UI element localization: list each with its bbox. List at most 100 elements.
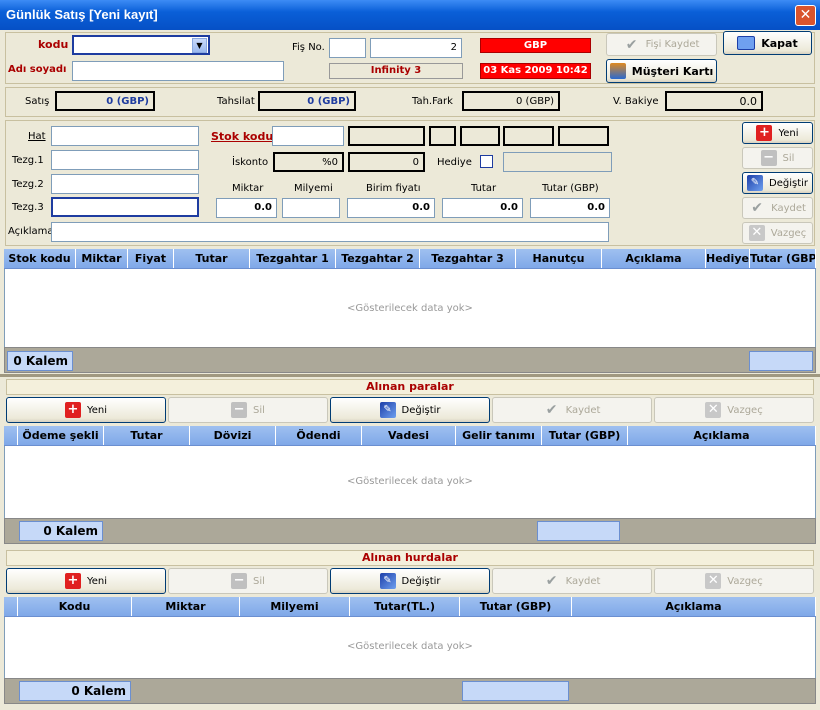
entry-yeni-label: Yeni: [778, 127, 799, 139]
vbakiye-label: V. Bakiye: [613, 96, 659, 107]
chevron-down-icon[interactable]: ▼: [192, 38, 207, 53]
tezg2-label: Tezg.2: [12, 179, 44, 190]
col-miktar[interactable]: Miktar: [132, 597, 240, 616]
entry-sil-button[interactable]: − Sil: [742, 147, 813, 169]
col-kodu[interactable]: Kodu: [18, 597, 132, 616]
col-tutar-gbp[interactable]: Tutar (GBP): [460, 597, 572, 616]
col-miktar[interactable]: Miktar: [76, 249, 128, 268]
kodu-select[interactable]: ▼: [72, 35, 210, 55]
payments-kalem-count: 0 Kalem: [19, 521, 103, 541]
payments-yeni-label: Yeni: [86, 404, 108, 416]
adi-soyadi-input[interactable]: [72, 61, 284, 81]
fisi-kaydet-button[interactable]: ✔ Fişi Kaydet: [606, 33, 717, 56]
col-dovizi[interactable]: Dövizi: [190, 426, 276, 445]
fis-no-prefix-input[interactable]: [329, 38, 366, 58]
fis-no-label: Fiş No.: [292, 42, 325, 53]
payments-sil-label: Sil: [253, 404, 265, 416]
aciklama-input[interactable]: [51, 222, 609, 242]
scrap-kalem-count: 0 Kalem: [19, 681, 131, 701]
tutar-gbp-input[interactable]: 0.0: [530, 198, 610, 218]
miktar-label: Miktar: [232, 183, 264, 194]
col-milyemi[interactable]: Milyemi: [240, 597, 350, 616]
col-hanutcu[interactable]: Hanutçu: [516, 249, 602, 268]
tezg3-input[interactable]: [51, 197, 199, 217]
miktar-input[interactable]: 0.0: [216, 198, 277, 218]
col-stok-kodu[interactable]: Stok kodu: [4, 249, 76, 268]
col-tezgahtar1[interactable]: Tezgahtar 1: [250, 249, 336, 268]
entry-vazgec-button[interactable]: ✕ Vazgeç: [742, 222, 813, 244]
col-aciklama[interactable]: Açıklama: [572, 597, 816, 616]
cancel-icon: ✕: [748, 225, 765, 241]
payments-total: [537, 521, 620, 541]
scrap-yeni-button[interactable]: + Yeni: [6, 568, 166, 594]
payments-sil-button[interactable]: − Sil: [168, 397, 328, 423]
musteri-karti-button[interactable]: Müşteri Kartı: [606, 59, 717, 83]
payments-title: Alınan paralar: [6, 379, 814, 395]
kodu-label: kodu: [38, 38, 69, 51]
scrap-degistir-button[interactable]: ✎ Değiştir: [330, 568, 490, 594]
datetime-badge: 03 Kas 2009 10:42: [480, 63, 591, 79]
col-aciklama[interactable]: Açıklama: [602, 249, 706, 268]
payments-grid-footer: [4, 518, 816, 544]
stok-field-3: [460, 126, 500, 146]
hediye-checkbox[interactable]: [480, 155, 493, 168]
tezg3-label: Tezg.3: [12, 202, 44, 213]
payments-kaydet-button[interactable]: ✔ Kaydet: [492, 397, 652, 423]
tezg1-input[interactable]: [51, 150, 199, 170]
tezg2-input[interactable]: [51, 174, 199, 194]
scrap-kaydet-button[interactable]: ✔ Kaydet: [492, 568, 652, 594]
col-tutar-gbp[interactable]: Tutar (GBP): [750, 249, 816, 268]
entry-kaydet-button[interactable]: ✔ Kaydet: [742, 197, 813, 219]
scrap-vazgec-button[interactable]: ✕ Vazgeç: [654, 568, 814, 594]
payments-grid-header: Ödeme şekli Tutar Dövizi Ödendi Vadesi G…: [4, 426, 816, 446]
tahfark-label: Tah.Fark: [412, 96, 453, 107]
col-fiyat[interactable]: Fiyat: [128, 249, 174, 268]
entry-degistir-label: Değiştir: [769, 177, 808, 189]
scrap-grid-body[interactable]: <Gösterilecek data yok>: [4, 617, 816, 678]
pencil-icon: ✎: [379, 573, 396, 589]
fis-no-input[interactable]: 2: [370, 38, 462, 58]
stok-kodu-label: Stok kodu: [211, 130, 274, 143]
scrap-sil-label: Sil: [253, 575, 265, 587]
col-tutar-gbp[interactable]: Tutar (GBP): [542, 426, 628, 445]
payments-vazgec-label: Vazgeç: [727, 404, 763, 416]
close-button[interactable]: ✕: [795, 5, 816, 26]
entry-degistir-button[interactable]: ✎ Değiştir: [742, 172, 813, 194]
col-hediye[interactable]: Hediye: [706, 249, 750, 268]
entry-sil-label: Sil: [782, 152, 795, 164]
birim-fiyati-input[interactable]: 0.0: [347, 198, 435, 218]
plus-icon: +: [64, 573, 81, 589]
col-tezgahtar3[interactable]: Tezgahtar 3: [420, 249, 516, 268]
col-vadesi[interactable]: Vadesi: [362, 426, 456, 445]
tutar-input[interactable]: 0.0: [442, 198, 523, 218]
payments-vazgec-button[interactable]: ✕ Vazgeç: [654, 397, 814, 423]
col-gelir-tanimi[interactable]: Gelir tanımı: [456, 426, 542, 445]
col-tutar[interactable]: Tutar: [174, 249, 250, 268]
col-odendi[interactable]: Ödendi: [276, 426, 362, 445]
pencil-icon: ✎: [747, 175, 763, 191]
kapat-button[interactable]: Kapat: [723, 31, 812, 55]
col-tutar[interactable]: Tutar: [104, 426, 190, 445]
hat-input[interactable]: [51, 126, 199, 146]
tahfark-value: 0 (GBP): [462, 91, 560, 111]
payments-yeni-button[interactable]: + Yeni: [6, 397, 166, 423]
birim-fiyati-label: Birim fiyatı: [366, 183, 421, 194]
hediye-label: Hediye: [437, 157, 472, 168]
col-tutar-tl[interactable]: Tutar(TL.): [350, 597, 460, 616]
payments-degistir-button[interactable]: ✎ Değiştir: [330, 397, 490, 423]
col-odeme-sekli[interactable]: Ödeme şekli: [18, 426, 104, 445]
payments-grid-body[interactable]: <Gösterilecek data yok>: [4, 446, 816, 518]
stok-kodu-input[interactable]: [272, 126, 344, 146]
entry-kaydet-label: Kaydet: [771, 202, 806, 214]
items-grid-body[interactable]: <Gösterilecek data yok>: [4, 269, 816, 347]
milyemi-input[interactable]: [282, 198, 340, 218]
splitter[interactable]: [0, 374, 820, 377]
satis-label: Satış: [25, 96, 50, 107]
stok-field-4: [503, 126, 554, 146]
scrap-sil-button[interactable]: − Sil: [168, 568, 328, 594]
col-tezgahtar2[interactable]: Tezgahtar 2: [336, 249, 420, 268]
entry-yeni-button[interactable]: + Yeni: [742, 122, 813, 144]
col-aciklama[interactable]: Açıklama: [628, 426, 816, 445]
iskonto-value: 0: [348, 152, 425, 172]
stok-field-1: [348, 126, 425, 146]
